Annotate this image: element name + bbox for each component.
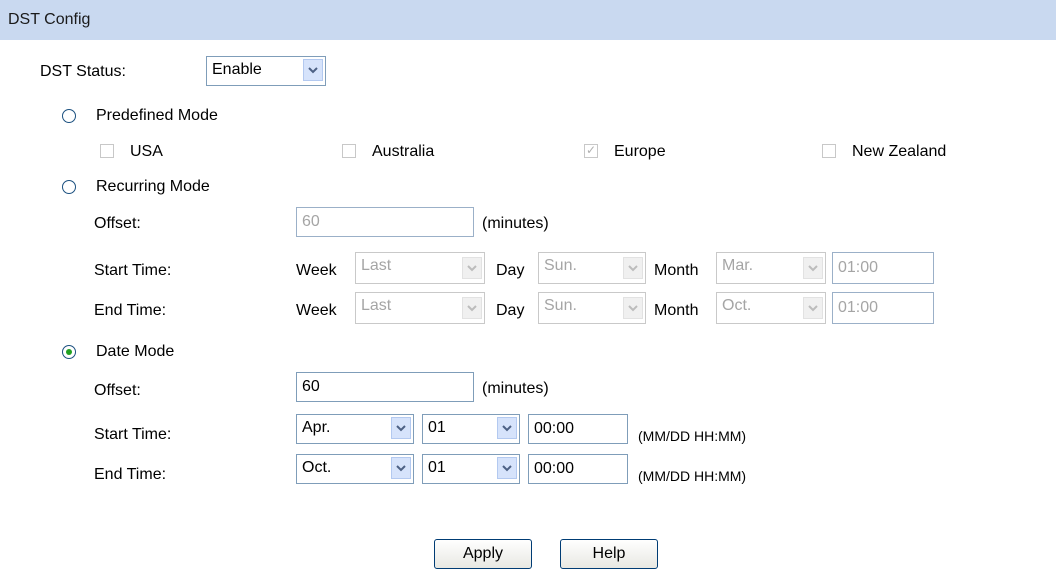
recurring-offset-input[interactable]: 60 [296, 207, 474, 237]
section-title: DST Config [8, 11, 91, 28]
date-start-month-select[interactable]: Apr. [296, 414, 414, 444]
date-start-day-select[interactable]: 01 [422, 414, 520, 444]
recurring-end-day-label: Day [496, 302, 525, 319]
australia-checkbox[interactable] [342, 144, 356, 158]
help-button[interactable]: Help [560, 539, 658, 569]
date-start-month-value: Apr. [302, 419, 331, 436]
recurring-start-week-value: Last [361, 257, 392, 274]
europe-checkbox[interactable]: ✓ [584, 143, 598, 158]
dst-status-select[interactable]: Enable [206, 56, 326, 86]
dropdown-arrow-icon [391, 457, 411, 479]
new-zealand-label: New Zealand [852, 143, 947, 160]
dropdown-arrow-icon [623, 297, 643, 319]
recurring-start-day-value: Sun. [544, 257, 577, 274]
recurring-start-time-value: 01:00 [838, 259, 879, 276]
section-header: DST Config [0, 0, 1056, 40]
predefined-mode-label: Predefined Mode [96, 107, 218, 124]
europe-label: Europe [614, 143, 666, 160]
dropdown-arrow-icon [497, 457, 517, 479]
recurring-start-label: Start Time: [94, 262, 172, 279]
usa-checkbox[interactable] [100, 144, 114, 158]
recurring-start-month-label: Month [654, 262, 699, 279]
date-start-format-hint: (MM/DD HH:MM) [638, 428, 747, 444]
date-end-day-select[interactable]: 01 [422, 454, 520, 484]
recurring-end-day-select[interactable]: Sun. [538, 292, 646, 324]
recurring-end-time-input[interactable]: 01:00 [832, 292, 934, 324]
recurring-end-week-label: Week [296, 302, 337, 319]
dropdown-arrow-icon [623, 257, 643, 279]
recurring-start-month-select[interactable]: Mar. [716, 252, 826, 284]
date-mode-radio[interactable] [62, 345, 76, 359]
recurring-end-label: End Time: [94, 302, 167, 319]
recurring-end-time-value: 01:00 [838, 299, 879, 316]
recurring-offset-value: 60 [302, 213, 320, 230]
date-offset-unit: (minutes) [482, 380, 549, 397]
date-end-month-select[interactable]: Oct. [296, 454, 414, 484]
predefined-mode-radio[interactable] [62, 109, 76, 123]
date-start-time-value: 00:00 [534, 420, 575, 437]
dropdown-arrow-icon [391, 417, 411, 439]
recurring-start-month-value: Mar. [722, 257, 754, 274]
recurring-end-day-value: Sun. [544, 297, 577, 314]
recurring-start-week-label: Week [296, 262, 337, 279]
date-start-label: Start Time: [94, 426, 172, 443]
australia-label: Australia [372, 143, 435, 160]
radio-selected-dot [66, 349, 72, 355]
dropdown-arrow-icon [462, 297, 482, 319]
dropdown-arrow-icon [303, 59, 323, 81]
date-end-time-value: 00:00 [534, 460, 575, 477]
dst-status-value: Enable [212, 61, 262, 78]
dst-status-label: DST Status: [40, 63, 126, 80]
recurring-mode-radio[interactable] [62, 180, 76, 194]
date-end-day-value: 01 [428, 459, 446, 476]
recurring-end-week-select[interactable]: Last [355, 292, 485, 324]
recurring-offset-unit: (minutes) [482, 215, 549, 232]
recurring-mode-label: Recurring Mode [96, 178, 210, 195]
recurring-end-month-label: Month [654, 302, 699, 319]
date-mode-label: Date Mode [96, 343, 175, 360]
new-zealand-checkbox[interactable] [822, 144, 836, 158]
date-start-day-value: 01 [428, 419, 446, 436]
recurring-end-week-value: Last [361, 297, 392, 314]
date-end-time-input[interactable]: 00:00 [528, 454, 628, 484]
recurring-start-time-input[interactable]: 01:00 [832, 252, 934, 284]
date-offset-input[interactable]: 60 [296, 372, 474, 402]
checkmark-icon: ✓ [586, 143, 597, 157]
apply-button[interactable]: Apply [434, 539, 532, 569]
recurring-start-week-select[interactable]: Last [355, 252, 485, 284]
date-offset-label: Offset: [94, 382, 141, 399]
recurring-offset-label: Offset: [94, 215, 141, 232]
recurring-start-day-select[interactable]: Sun. [538, 252, 646, 284]
usa-label: USA [130, 143, 163, 160]
date-end-label: End Time: [94, 466, 167, 483]
date-offset-value: 60 [302, 378, 320, 395]
recurring-start-day-label: Day [496, 262, 525, 279]
dropdown-arrow-icon [497, 417, 517, 439]
recurring-end-month-value: Oct. [722, 297, 752, 314]
recurring-end-month-select[interactable]: Oct. [716, 292, 826, 324]
date-end-month-value: Oct. [302, 459, 332, 476]
dropdown-arrow-icon [462, 257, 482, 279]
dropdown-arrow-icon [803, 297, 823, 319]
date-start-time-input[interactable]: 00:00 [528, 414, 628, 444]
date-end-format-hint: (MM/DD HH:MM) [638, 468, 747, 484]
dropdown-arrow-icon [803, 257, 823, 279]
